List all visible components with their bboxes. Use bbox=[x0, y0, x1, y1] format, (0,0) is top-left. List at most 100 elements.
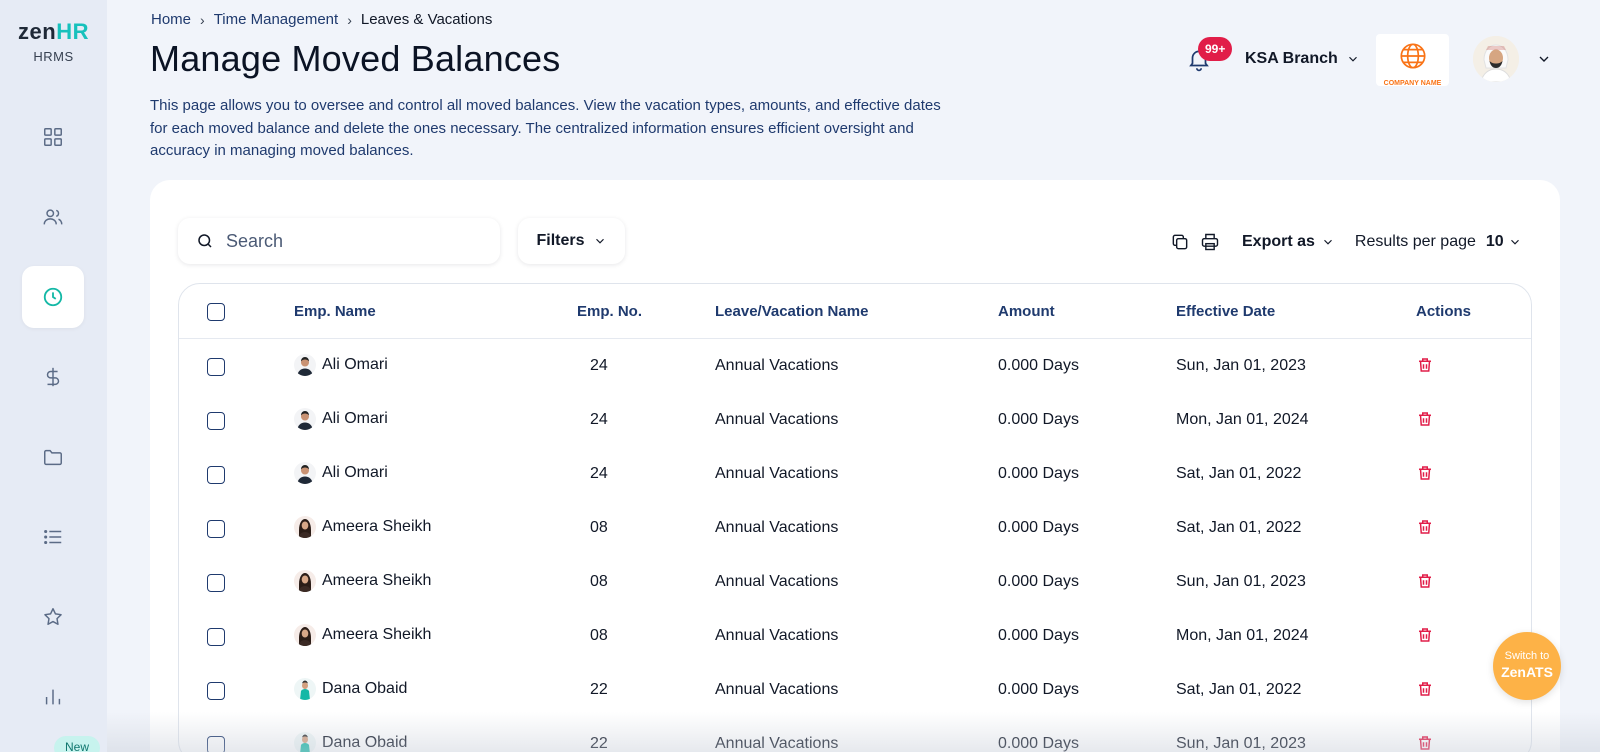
print-button[interactable] bbox=[1198, 230, 1222, 254]
copy-button[interactable] bbox=[1168, 230, 1192, 254]
effective-date: Sat, Jan 01, 2022 bbox=[1176, 519, 1302, 536]
column-actions: Actions bbox=[1416, 303, 1472, 320]
sidebar-item-favorites[interactable] bbox=[22, 586, 84, 648]
amount: 0.000 Days bbox=[998, 465, 1079, 482]
breadcrumb-home[interactable]: Home bbox=[151, 11, 191, 28]
chevron-down-icon bbox=[1324, 239, 1332, 245]
trash-icon bbox=[1419, 412, 1431, 426]
sidebar-item-reports[interactable] bbox=[22, 666, 84, 728]
sidebar-item-lists[interactable] bbox=[22, 506, 84, 568]
emp-name-cell[interactable]: Ali Omari bbox=[294, 354, 388, 376]
delete-button[interactable] bbox=[1416, 356, 1434, 379]
row-checkbox[interactable] bbox=[207, 412, 225, 430]
row-checkbox[interactable] bbox=[207, 520, 225, 538]
employee-avatar bbox=[294, 354, 316, 376]
column-emp-name[interactable]: Emp. Name bbox=[294, 303, 376, 320]
star-icon bbox=[44, 608, 62, 625]
results-per-page-value: 10 bbox=[1485, 233, 1504, 250]
logo-subtitle: HRMS bbox=[33, 49, 74, 64]
trash-icon bbox=[1419, 736, 1431, 750]
amount: 0.000 Days bbox=[998, 627, 1079, 644]
chevron-down-icon bbox=[1348, 56, 1357, 62]
emp-name-cell[interactable]: Ameera Sheikh bbox=[294, 570, 431, 592]
table-row: Ali Omari 24 Annual Vacations 0.000 Days Sat… bbox=[179, 447, 1531, 502]
delete-button[interactable] bbox=[1416, 734, 1434, 752]
effective-date: Sun, Jan 01, 2023 bbox=[1176, 735, 1306, 752]
emp-name-cell[interactable]: Dana Obaid bbox=[294, 732, 407, 752]
delete-button[interactable] bbox=[1416, 518, 1434, 541]
sidebar-item-dashboard[interactable] bbox=[22, 106, 84, 168]
switch-to-zenats-button[interactable]: Switch to ZenATS bbox=[1493, 632, 1561, 700]
switch-ats-big: ZenATS bbox=[1501, 664, 1553, 680]
employee-avatar bbox=[294, 678, 316, 700]
logo-zen: zen bbox=[18, 19, 57, 44]
emp-no: 08 bbox=[590, 573, 608, 590]
list-icon bbox=[44, 529, 62, 545]
delete-button[interactable] bbox=[1416, 410, 1434, 433]
effective-date: Sun, Jan 01, 2023 bbox=[1176, 573, 1306, 590]
column-effective-date[interactable]: Effective Date bbox=[1176, 303, 1275, 320]
table-row: Dana Obaid 22 Annual Vacations 0.000 Days Sa… bbox=[179, 663, 1531, 718]
table-header: Emp. Name Emp. No. Leave/Vacation Name A… bbox=[179, 284, 1531, 339]
row-checkbox[interactable] bbox=[207, 682, 225, 700]
delete-button[interactable] bbox=[1416, 572, 1434, 595]
branch-selector[interactable]: KSA Branch bbox=[1245, 50, 1360, 68]
leave-name: Annual Vacations bbox=[715, 735, 839, 752]
effective-date: Mon, Jan 01, 2024 bbox=[1176, 627, 1309, 644]
row-checkbox[interactable] bbox=[207, 628, 225, 646]
filters-button[interactable]: Filters bbox=[518, 218, 625, 264]
leave-name: Annual Vacations bbox=[715, 681, 839, 698]
zenhr-logo[interactable]: zenHR HRMS bbox=[0, 19, 107, 65]
emp-name: Ameera Sheikh bbox=[322, 626, 432, 643]
sidebar-item-time-management[interactable] bbox=[22, 266, 84, 328]
row-checkbox[interactable] bbox=[207, 736, 225, 752]
select-all-checkbox[interactable] bbox=[207, 303, 225, 321]
breadcrumb-time-management[interactable]: Time Management bbox=[214, 11, 339, 28]
avatar-image bbox=[1473, 36, 1519, 82]
trash-icon bbox=[1419, 574, 1431, 588]
employee-avatar bbox=[294, 570, 316, 592]
emp-name: Ameera Sheikh bbox=[322, 518, 432, 535]
employee-avatar bbox=[294, 732, 316, 752]
export-label: Export as bbox=[1242, 233, 1315, 250]
leave-name: Annual Vacations bbox=[715, 411, 839, 428]
table-toolbar: Export as Results per page 10 bbox=[1168, 230, 1522, 254]
delete-button[interactable] bbox=[1416, 626, 1434, 649]
export-dropdown[interactable]: Export as bbox=[1242, 233, 1335, 251]
emp-name-cell[interactable]: Ali Omari bbox=[294, 462, 388, 484]
amount: 0.000 Days bbox=[998, 573, 1079, 590]
emp-name-cell[interactable]: Ameera Sheikh bbox=[294, 624, 431, 646]
page-title: Manage Moved Balances bbox=[150, 38, 561, 79]
effective-date: Mon, Jan 01, 2024 bbox=[1176, 411, 1309, 428]
delete-button[interactable] bbox=[1416, 464, 1434, 487]
logo-hr: HR bbox=[56, 19, 89, 44]
sidebar-item-documents[interactable] bbox=[22, 426, 84, 488]
emp-no: 24 bbox=[590, 411, 608, 428]
search-box[interactable] bbox=[178, 218, 500, 264]
row-checkbox[interactable] bbox=[207, 466, 225, 484]
sidebar-item-payroll[interactable] bbox=[22, 346, 84, 408]
delete-button[interactable] bbox=[1416, 680, 1434, 703]
column-leave-name[interactable]: Leave/Vacation Name bbox=[715, 303, 868, 320]
emp-name-cell[interactable]: Ali Omari bbox=[294, 408, 388, 430]
emp-name-cell[interactable]: Dana Obaid bbox=[294, 678, 407, 700]
user-avatar[interactable] bbox=[1473, 36, 1519, 82]
breadcrumb-current: Leaves & Vacations bbox=[360, 11, 493, 28]
row-checkbox[interactable] bbox=[207, 358, 225, 376]
column-emp-no[interactable]: Emp. No. bbox=[577, 303, 642, 320]
search-input[interactable] bbox=[226, 230, 476, 252]
row-checkbox[interactable] bbox=[207, 574, 225, 592]
amount: 0.000 Days bbox=[998, 411, 1079, 428]
emp-name: Ali Omari bbox=[322, 410, 388, 427]
bar-chart-icon bbox=[45, 689, 61, 705]
leave-name: Annual Vacations bbox=[715, 357, 839, 374]
column-amount[interactable]: Amount bbox=[998, 303, 1055, 320]
table-row: Ameera Sheikh 08 Annual Vacations 0.000 Day… bbox=[179, 609, 1531, 664]
sidebar-item-employees[interactable] bbox=[22, 186, 84, 248]
emp-name-cell[interactable]: Ameera Sheikh bbox=[294, 516, 431, 538]
employee-avatar bbox=[294, 516, 316, 538]
table-row: Ameera Sheikh 08 Annual Vacations 0.000 Day… bbox=[179, 555, 1531, 610]
results-per-page-select[interactable]: 10 bbox=[1486, 233, 1522, 251]
effective-date: Sun, Jan 01, 2023 bbox=[1176, 357, 1306, 374]
user-menu-chevron[interactable] bbox=[1536, 51, 1552, 72]
